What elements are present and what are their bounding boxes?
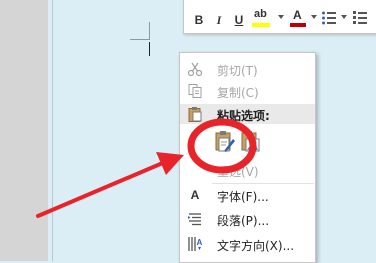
- menu-item-font[interactable]: A 字体(F)...: [180, 184, 315, 206]
- menu-label-text-direction: 文字方向(X)...: [217, 239, 295, 253]
- paste-picture-icon: [241, 131, 260, 152]
- paste-options-label: 粘贴选项:: [217, 109, 270, 123]
- document-margin-left: [0, 0, 48, 261]
- text-cursor: [149, 42, 150, 56]
- scissors-icon: [187, 62, 203, 77]
- menu-label-cut: 剪切(T): [217, 64, 258, 78]
- mini-toolbar: B I U ab A: [183, 0, 376, 34]
- font-color-button[interactable]: A: [290, 8, 308, 30]
- menu-item-copy[interactable]: 复制(C): [180, 80, 315, 102]
- menu-label-paragraph: 段落(P)...: [217, 214, 270, 228]
- svg-text:A: A: [197, 238, 203, 247]
- page-edge: [52, 0, 53, 261]
- font-icon: A: [190, 188, 200, 202]
- paste-keep-formatting-button[interactable]: [214, 130, 236, 154]
- clipboard-icon: [188, 107, 202, 122]
- paste-picture-button[interactable]: [240, 130, 262, 154]
- bold-button[interactable]: B: [192, 11, 206, 29]
- numbering-icon: [353, 11, 367, 24]
- font-color-bar: [290, 23, 306, 27]
- menu-label-reselect: 重选(V): [217, 165, 259, 179]
- highlight-color-bar: [252, 23, 270, 27]
- italic-button[interactable]: I: [213, 11, 225, 29]
- menu-item-text-direction[interactable]: A 文字方向(X)...: [180, 233, 315, 255]
- menu-label-copy: 复制(C): [217, 86, 259, 100]
- font-color-label: A: [293, 8, 302, 22]
- copy-icon: [188, 84, 202, 98]
- numbering-button[interactable]: [352, 10, 368, 26]
- paste-keep-formatting-icon: [215, 131, 235, 152]
- underline-button[interactable]: U: [232, 11, 246, 29]
- menu-item-paragraph[interactable]: 段落(P)...: [180, 208, 315, 230]
- page-corner-mark: [149, 22, 150, 39]
- bullets-button[interactable]: [321, 10, 337, 26]
- highlight-button[interactable]: ab: [252, 8, 276, 30]
- menu-item-reselect[interactable]: 重选(V): [180, 159, 315, 181]
- chevron-down-icon[interactable]: [311, 15, 317, 19]
- text-direction-icon: A: [188, 237, 203, 251]
- page-corner-mark: [130, 39, 150, 40]
- chevron-down-icon[interactable]: [278, 15, 284, 19]
- context-menu: 剪切(T) 复制(C) 粘贴选项: 重选(V) A 字体(F)... 段落(P)…: [179, 52, 316, 263]
- paste-options-header: 粘贴选项:: [180, 104, 315, 124]
- menu-label-font: 字体(F)...: [217, 190, 269, 204]
- menu-item-cut[interactable]: 剪切(T): [180, 58, 315, 80]
- chevron-down-icon[interactable]: [341, 15, 347, 19]
- bullets-icon: [322, 11, 336, 25]
- highlight-label: ab: [254, 8, 267, 20]
- paragraph-icon: [188, 213, 201, 226]
